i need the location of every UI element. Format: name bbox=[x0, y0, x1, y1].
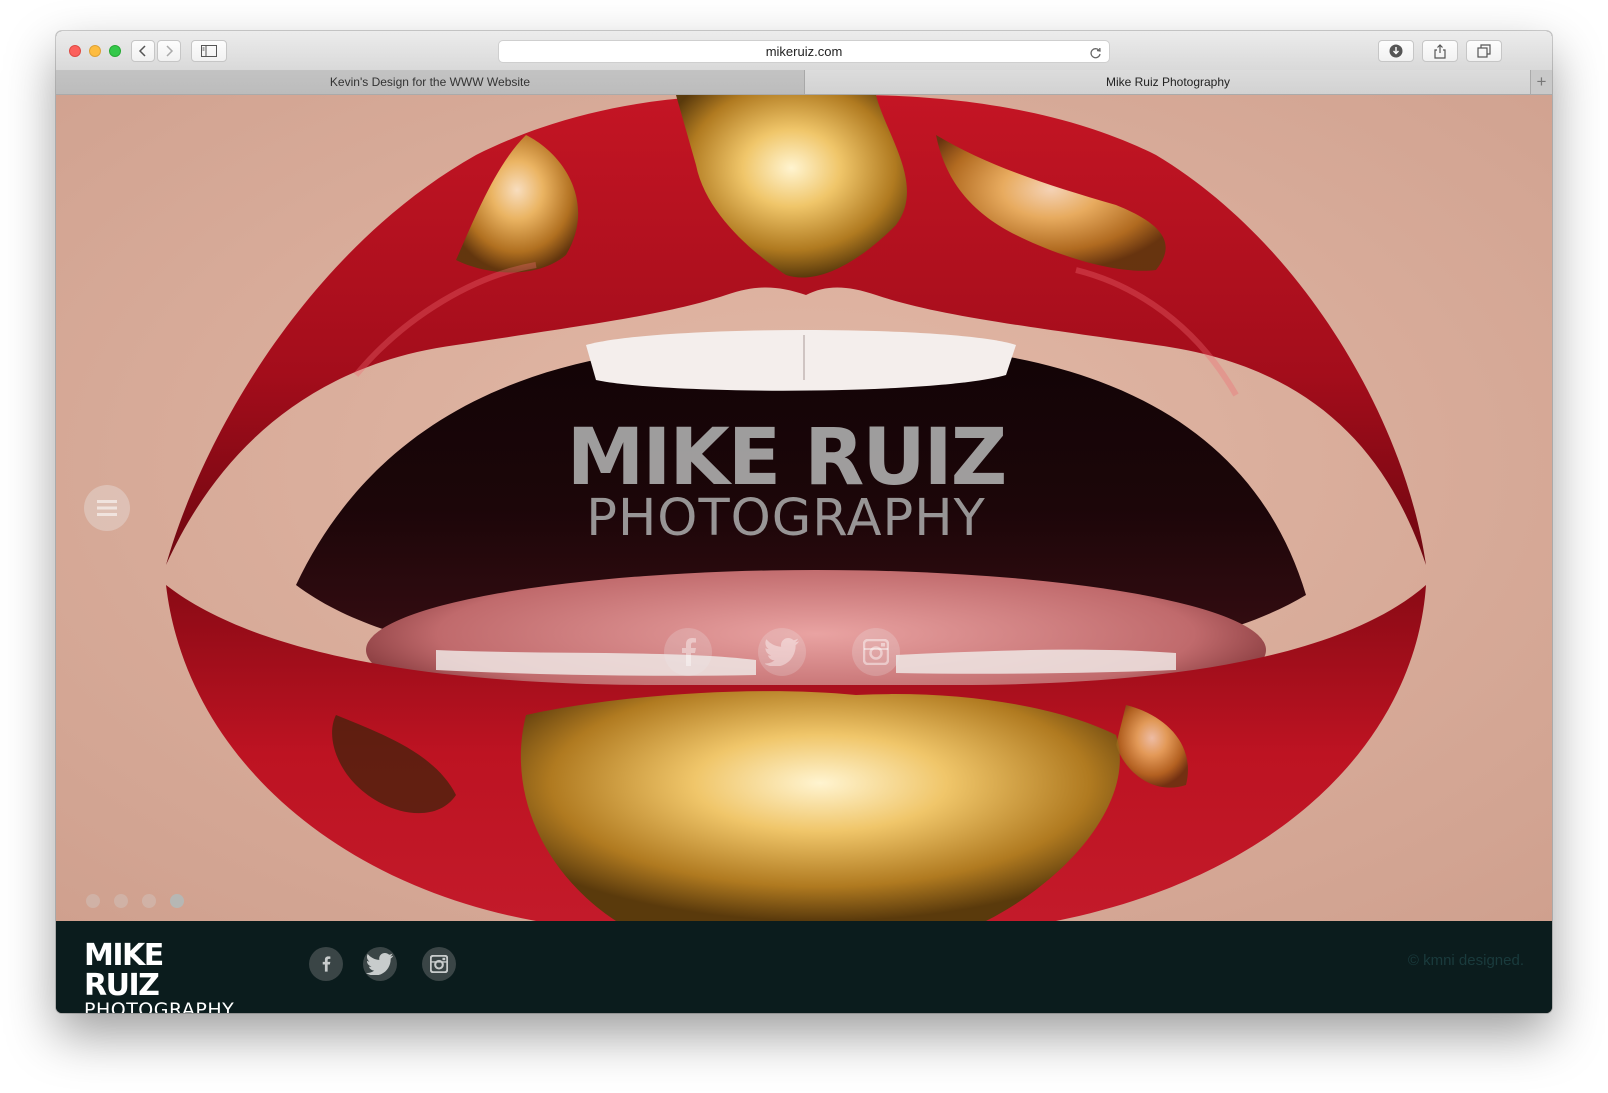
facebook-icon bbox=[682, 638, 696, 666]
minimize-window-button[interactable] bbox=[89, 45, 101, 57]
tab-kevins-design[interactable]: Kevin's Design for the WWW Website bbox=[56, 70, 805, 94]
reload-icon[interactable] bbox=[1089, 45, 1102, 66]
footer-logo[interactable]: MIKE RUIZ PHOTOGRAPHY bbox=[84, 938, 244, 1014]
hero-instagram-button[interactable] bbox=[852, 628, 900, 676]
close-window-button[interactable] bbox=[69, 45, 81, 57]
share-button[interactable] bbox=[1422, 40, 1458, 62]
tab-bar: Kevin's Design for the WWW Website Mike … bbox=[56, 70, 1552, 95]
new-tab-button[interactable]: + bbox=[1530, 70, 1552, 94]
twitter-icon bbox=[765, 638, 799, 666]
footer-logo-title: MIKE RUIZ bbox=[84, 938, 164, 1003]
slide-dot-active[interactable] bbox=[170, 894, 184, 908]
footer-facebook-button[interactable] bbox=[309, 947, 343, 981]
hero-facebook-button[interactable] bbox=[664, 628, 712, 676]
sidebar-button[interactable] bbox=[191, 40, 227, 62]
browser-toolbar: mikeruiz.com bbox=[56, 31, 1552, 71]
site-footer: MIKE RUIZ PHOTOGRAPHY © kmni designed. bbox=[56, 921, 1552, 1013]
hero-logo: MIKE RUIZ PHOTOGRAPHY bbox=[556, 417, 1016, 545]
back-button[interactable] bbox=[131, 40, 155, 62]
forward-button[interactable] bbox=[157, 40, 181, 62]
slide-dot[interactable] bbox=[114, 894, 128, 908]
tab-mike-ruiz[interactable]: Mike Ruiz Photography bbox=[805, 70, 1531, 94]
menu-button[interactable] bbox=[84, 485, 130, 531]
footer-logo-subtitle: PHOTOGRAPHY bbox=[84, 999, 235, 1014]
tabs-overview-icon bbox=[1477, 44, 1491, 58]
copyright-text[interactable]: © kmni designed. bbox=[1408, 952, 1524, 969]
footer-twitter-button[interactable] bbox=[363, 947, 397, 981]
twitter-icon bbox=[366, 953, 394, 975]
sidebar-icon bbox=[201, 45, 217, 57]
hero-subtitle: PHOTOGRAPHY bbox=[586, 489, 986, 548]
chevron-right-icon bbox=[166, 45, 174, 57]
browser-window: mikeruiz.com Kevin's Design for the WWW … bbox=[56, 31, 1552, 1013]
share-icon bbox=[1434, 43, 1446, 59]
slide-dot[interactable] bbox=[86, 894, 100, 908]
instagram-icon bbox=[863, 639, 889, 665]
chevron-left-icon bbox=[138, 45, 146, 57]
downloads-button[interactable] bbox=[1378, 40, 1414, 62]
slide-dot[interactable] bbox=[142, 894, 156, 908]
url-text: mikeruiz.com bbox=[765, 44, 843, 59]
footer-instagram-button[interactable] bbox=[422, 947, 456, 981]
facebook-icon bbox=[322, 956, 331, 972]
zoom-window-button[interactable] bbox=[109, 45, 121, 57]
hero-slideshow: MIKE RUIZ PHOTOGRAPHY bbox=[56, 95, 1552, 921]
address-bar[interactable]: mikeruiz.com bbox=[498, 40, 1110, 63]
hamburger-icon bbox=[97, 500, 117, 516]
download-icon bbox=[1389, 44, 1403, 58]
tabs-overview-button[interactable] bbox=[1466, 40, 1502, 62]
slide-indicators bbox=[86, 894, 184, 908]
hero-twitter-button[interactable] bbox=[758, 628, 806, 676]
instagram-icon bbox=[430, 955, 448, 973]
hero-title: MIKE RUIZ bbox=[566, 413, 1008, 503]
